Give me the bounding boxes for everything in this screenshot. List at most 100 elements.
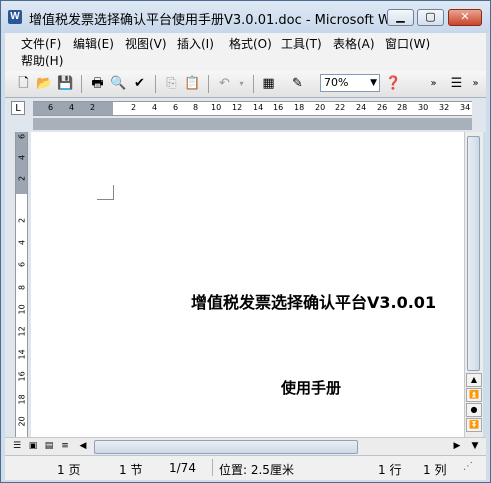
align-icon[interactable]: ☰ — [448, 75, 465, 92]
ruler-tick: 18 — [294, 103, 305, 112]
ruler-tick: 24 — [356, 103, 367, 112]
next-page-icon[interactable]: ⏬ — [466, 418, 482, 432]
vruler-tick: 2 — [17, 217, 27, 224]
open-folder-icon[interactable]: 📂 — [36, 75, 53, 92]
menu-tools[interactable]: 工具(T) — [281, 35, 322, 52]
toolbar-overflow-icon[interactable]: » — [425, 75, 442, 92]
status-page-of: 1/74 — [169, 461, 196, 475]
ruler-tick: 22 — [335, 103, 346, 112]
toolbar-separator — [155, 75, 156, 93]
scroll-up-icon[interactable]: ▲ — [466, 373, 482, 387]
undo-icon[interactable]: ↶ — [216, 75, 233, 92]
standard-toolbar: 🗋 📂 💾 🖶 🔍 ✔ ⎘ 📋 ↶ ▾ ▦ ✎ 70% ▼ ❓ » ☰ » — [5, 71, 486, 98]
outline-view-icon[interactable]: ≡ — [59, 440, 71, 453]
spelling-check-icon[interactable]: ✔ — [131, 75, 148, 92]
save-icon[interactable]: 💾 — [57, 75, 74, 92]
drawing-icon[interactable]: ✎ — [289, 75, 306, 92]
ruler-tick: 30 — [418, 103, 429, 112]
word-app-icon[interactable]: W — [8, 10, 22, 24]
web-view-icon[interactable]: ▣ — [27, 440, 39, 453]
menu-format[interactable]: 格式(O) — [229, 35, 272, 52]
document-page[interactable]: 增值税发票选择确认平台V3.0.01 使用手册 — [31, 132, 464, 437]
help-icon[interactable]: ❓ — [385, 75, 402, 92]
vruler-tick: 16 — [17, 371, 27, 382]
insert-table-icon[interactable]: ▦ — [260, 75, 277, 92]
document-title: 增值税发票选择确认平台V3.0.01 — [191, 293, 437, 312]
status-page: 1 页 — [57, 463, 81, 477]
ruler-tick: 32 — [439, 103, 450, 112]
ruler-tick: 28 — [397, 103, 408, 112]
resize-grip-icon[interactable]: ⋰ — [463, 461, 473, 472]
toolbar-separator — [253, 75, 254, 93]
status-separator — [212, 459, 213, 476]
horizontal-ruler[interactable]: 6 4 2 2 4 6 8 10 12 14 16 18 20 22 24 26… — [33, 101, 472, 116]
ruler-tick: 2 — [131, 103, 137, 112]
menu-file[interactable]: 文件(F) — [21, 35, 61, 52]
print-preview-icon[interactable]: 🔍 — [110, 75, 127, 92]
status-section: 1 节 — [119, 463, 143, 477]
vruler-tick: 20 — [17, 416, 27, 427]
word-window: W 增值税发票选择确认平台使用手册V3.0.01.doc - Microsoft… — [0, 0, 491, 483]
horizontal-scroll-thumb[interactable] — [94, 440, 358, 454]
status-bar: 1 页 1 节 1/74 位置: 2.5厘米 1 行 1 列 ⋰ — [5, 455, 486, 480]
toolbar-separator — [208, 75, 209, 93]
ruler-tick: 14 — [253, 103, 264, 112]
vertical-ruler[interactable]: 6 4 2 2 4 6 8 10 12 14 16 18 20 — [15, 132, 28, 437]
menu-view[interactable]: 视图(V) — [125, 35, 167, 52]
copy-icon[interactable]: ⎘ — [163, 75, 180, 92]
vruler-tick: 8 — [17, 284, 27, 291]
undo-dropdown-icon[interactable]: ▾ — [233, 75, 250, 92]
close-button[interactable]: ✕ — [448, 9, 482, 26]
margin-corner-mark — [97, 199, 113, 200]
ruler-tick: 34 — [460, 103, 471, 112]
maximize-button[interactable]: ▢ — [417, 9, 444, 26]
normal-view-icon[interactable]: ☰ — [11, 440, 23, 453]
ruler-tick: 20 — [315, 103, 326, 112]
vruler-tick: 2 — [17, 175, 27, 182]
tab-stop-selector[interactable]: L — [11, 101, 25, 115]
vruler-tick: 18 — [17, 394, 27, 405]
select-browse-object-icon[interactable]: ● — [466, 403, 482, 417]
menu-edit[interactable]: 编辑(E) — [73, 35, 114, 52]
ruler-shadow-band — [33, 118, 472, 130]
vruler-tick: 6 — [17, 133, 27, 140]
scroll-down-icon[interactable]: ▼ — [469, 440, 481, 453]
scroll-left-icon[interactable]: ◀ — [77, 440, 89, 453]
zoom-select[interactable]: 70% ▼ — [320, 74, 380, 92]
menu-insert[interactable]: 插入(I) — [177, 35, 214, 52]
vertical-ruler-area: 6 4 2 2 4 6 8 10 12 14 16 18 20 — [5, 132, 31, 437]
menu-table[interactable]: 表格(A) — [333, 35, 375, 52]
status-position: 位置: 2.5厘米 — [219, 463, 294, 477]
ruler-tick: 4 — [152, 103, 158, 112]
window-title: 增值税发票选择确认平台使用手册V3.0.01.doc - Microsoft W… — [29, 13, 411, 28]
document-subtitle: 使用手册 — [281, 379, 342, 397]
ruler-tick: 2 — [90, 103, 96, 112]
toolbar-separator — [81, 75, 82, 93]
minimize-button[interactable]: ▁ — [387, 9, 414, 26]
new-document-icon[interactable]: 🗋 — [15, 75, 32, 92]
zoom-value: 70% — [324, 76, 349, 89]
status-column: 1 列 — [423, 463, 447, 477]
paste-icon[interactable]: 📋 — [184, 75, 201, 92]
vruler-tick: 4 — [17, 239, 27, 246]
ruler-tick: 26 — [377, 103, 388, 112]
ruler-tick: 16 — [273, 103, 284, 112]
title-bar[interactable]: W 增值税发票选择确认平台使用手册V3.0.01.doc - Microsoft… — [1, 1, 490, 33]
horizontal-scroll-row: ☰ ▣ ▤ ≡ ◀ ▶ ▼ — [5, 437, 486, 456]
vertical-scroll-thumb[interactable] — [467, 136, 480, 371]
menu-window[interactable]: 窗口(W) — [385, 35, 430, 52]
horizontal-ruler-area: L 6 4 2 2 4 6 8 10 12 14 16 18 20 22 24 … — [5, 98, 486, 132]
menu-help[interactable]: 帮助(H) — [21, 52, 63, 69]
print-layout-icon[interactable]: ▤ — [43, 440, 55, 453]
ruler-tick: 10 — [211, 103, 222, 112]
toolbar-overflow-icon-2[interactable]: » — [467, 75, 484, 92]
previous-page-icon[interactable]: ⏫ — [466, 388, 482, 402]
chevron-down-icon[interactable]: ▼ — [370, 75, 377, 91]
ruler-tick: 12 — [232, 103, 243, 112]
vertical-scrollbar[interactable]: ▲ ⏫ ● ⏬ — [464, 132, 483, 437]
print-icon[interactable]: 🖶 — [89, 75, 106, 92]
ruler-tick: 8 — [193, 103, 199, 112]
vruler-tick: 12 — [17, 326, 27, 337]
scroll-right-icon[interactable]: ▶ — [451, 440, 463, 453]
ruler-tick: 6 — [173, 103, 179, 112]
